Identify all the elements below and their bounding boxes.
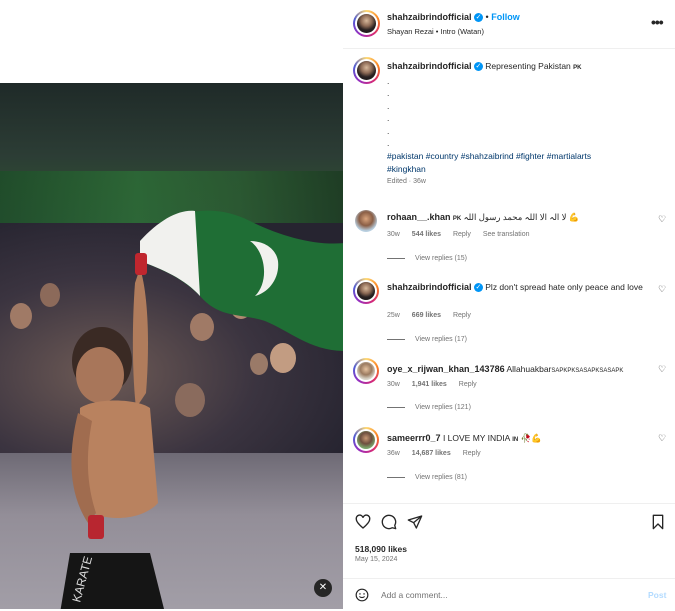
heart-icon[interactable]: ♡ [658, 214, 666, 225]
comment-emoji: 🥀💪 [520, 433, 542, 443]
verified-badge-icon: ✓ [473, 283, 483, 293]
caption-dot: . [387, 113, 390, 123]
caption-text: Representing Pakistan [485, 61, 571, 71]
follow-button[interactable]: Follow [491, 12, 520, 22]
media-top-background [0, 0, 343, 83]
post-details-panel: shahzaibrindofficial ✓ • Follow Shayan R… [343, 0, 675, 610]
edited-timestamp: Edited · 36w [387, 177, 426, 185]
heart-icon[interactable] [355, 514, 371, 530]
comment-text: لا الہ الا اللہ محمد رسول اللہ 💪 [463, 212, 580, 222]
view-replies[interactable]: View replies (17) [387, 336, 467, 343]
commenter-username[interactable]: rohaan__.khan [387, 212, 451, 222]
add-comment-input[interactable]: Add a comment... [381, 590, 448, 600]
author-avatar[interactable] [353, 10, 380, 37]
caption-dot: . [387, 138, 390, 148]
verified-badge-icon: ✓ [474, 13, 484, 23]
caption-dot: . [387, 75, 390, 86]
heart-icon[interactable]: ♡ [658, 364, 666, 375]
heart-icon[interactable]: ♡ [658, 284, 666, 295]
comment-age: 36w [387, 450, 400, 457]
flag-pk: PK [573, 65, 582, 71]
muted-audio-icon[interactable]: ✕ [314, 579, 332, 597]
flag-pk: PK [452, 216, 462, 222]
flag-in: IN [512, 437, 519, 443]
commenter-avatar[interactable] [353, 278, 379, 304]
comment-likes[interactable]: 669 likes [412, 312, 441, 319]
commenter-username[interactable]: oye_x_rijwan_khan_143786 [387, 364, 505, 374]
view-replies[interactable]: View replies (121) [387, 404, 471, 411]
action-bar: 518,090 likes May 15, 2024 Add a comment… [343, 503, 675, 610]
caption-dot: . [387, 100, 390, 111]
emoji-icon[interactable] [355, 588, 369, 602]
fighter-figure: KARATE [60, 253, 164, 609]
comment-likes[interactable]: 544 likes [412, 231, 441, 238]
reply-button[interactable]: Reply [453, 312, 471, 319]
hashtags-line-2[interactable]: #kingkhan [387, 163, 657, 176]
commenter-username[interactable]: shahzaibrindofficial [387, 282, 472, 292]
comment-likes[interactable]: 14,687 likes [412, 450, 451, 457]
likes-count[interactable]: 518,090 likes [355, 544, 407, 554]
post-caption: shahzaibrindofficial ✓ Representing Paki… [387, 60, 657, 188]
bookmark-icon[interactable] [651, 514, 665, 530]
caption-avatar[interactable] [353, 57, 380, 84]
hashtags-line-1[interactable]: #pakistan #country #shahzaibrind #fighte… [387, 150, 657, 163]
comment-age: 25w [387, 312, 400, 319]
comment-flags: SAPKPKSASAPKSASAPK [551, 368, 624, 374]
commenter-avatar[interactable] [353, 358, 379, 384]
comment-text: Allahuakbar [506, 364, 552, 374]
reply-button[interactable]: Reply [453, 231, 471, 238]
comment-text: I LOVE MY INDIA [442, 433, 510, 443]
hashtags[interactable]: #pakistan #country #shahzaibrind #fighte… [387, 150, 657, 176]
post-media[interactable]: KARATE ✕ [0, 0, 343, 609]
commenter-username[interactable]: sameerrr0_7 [387, 433, 441, 443]
audio-label[interactable]: Shayan Rezai • Intro (Watan) [387, 27, 484, 36]
commenter-avatar[interactable] [355, 210, 377, 232]
add-comment-bar: Add a comment... Post [343, 578, 675, 611]
post-date[interactable]: May 15, 2024 [355, 556, 397, 563]
post-modal: KARATE ✕ shahzaibrindofficial ✓ • Follow… [0, 0, 675, 610]
comment-age: 30w [387, 381, 400, 388]
photo-scene: KARATE [0, 83, 343, 609]
reply-button[interactable]: Reply [459, 381, 477, 388]
post-comment-button[interactable]: Post [648, 590, 666, 600]
author-username[interactable]: shahzaibrindofficial [387, 12, 472, 22]
comment-age: 30w [387, 231, 400, 238]
verified-badge-icon: ✓ [473, 62, 483, 72]
see-translation-button[interactable]: See translation [483, 231, 530, 238]
view-replies[interactable]: View replies (81) [387, 474, 467, 481]
share-icon[interactable] [407, 514, 423, 530]
comment-likes[interactable]: 1,941 likes [412, 381, 447, 388]
commenter-avatar[interactable] [353, 427, 379, 453]
caption-username[interactable]: shahzaibrindofficial [387, 61, 472, 71]
caption-dot: . [387, 88, 390, 98]
reply-button[interactable]: Reply [463, 450, 481, 457]
heart-icon[interactable]: ♡ [658, 433, 666, 444]
caption-dot: . [387, 125, 390, 136]
post-header: shahzaibrindofficial ✓ • Follow Shayan R… [343, 0, 675, 49]
more-options-icon[interactable]: ••• [651, 14, 664, 30]
comment-icon[interactable] [381, 514, 397, 530]
comment-text: Plz don't spread hate only peace and lov… [485, 282, 643, 292]
view-replies[interactable]: View replies (15) [387, 255, 467, 262]
